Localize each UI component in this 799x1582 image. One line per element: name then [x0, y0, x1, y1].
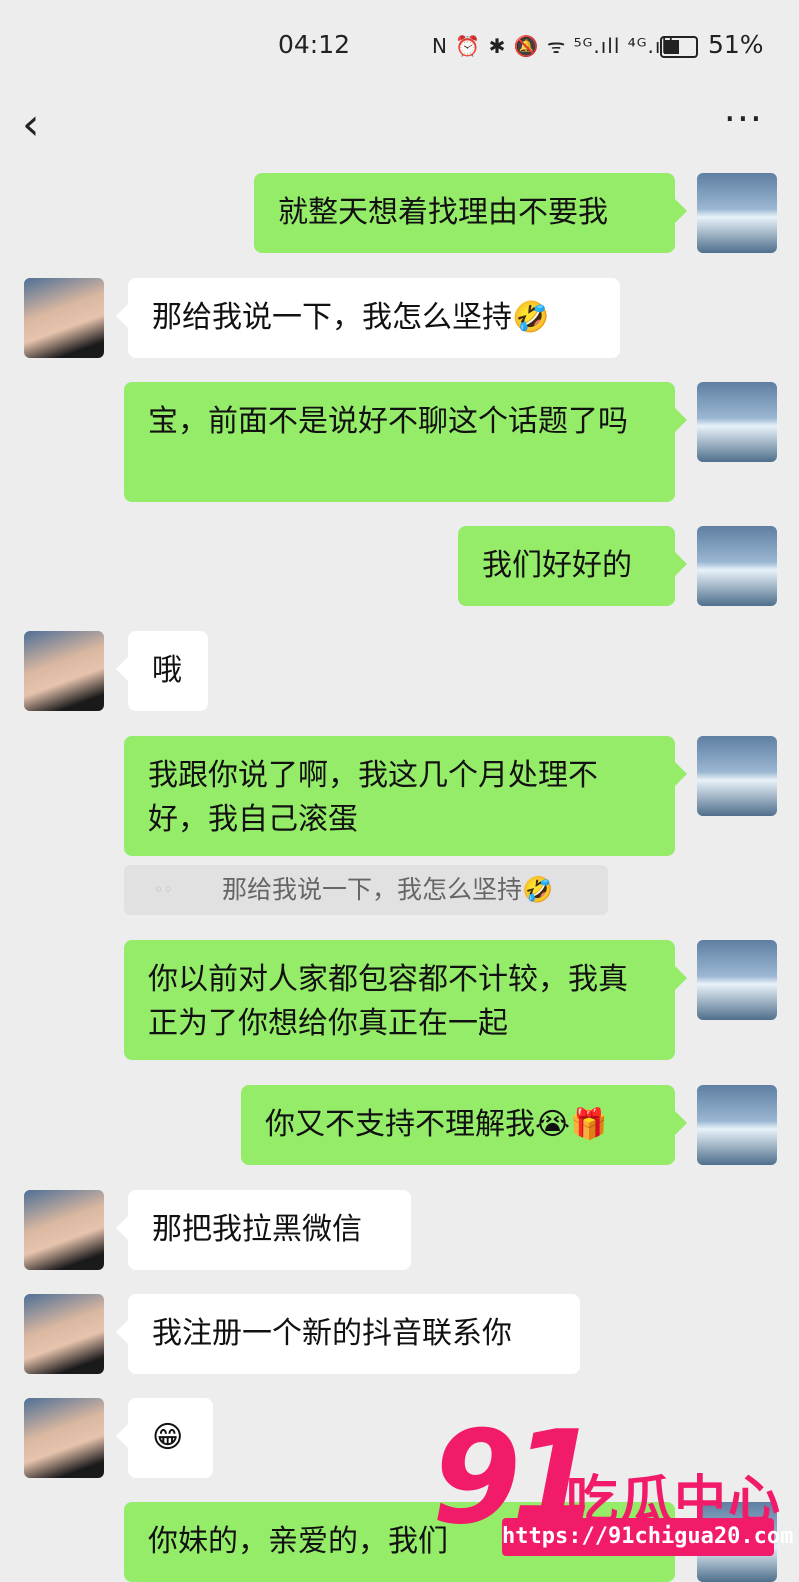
avatar-self[interactable] — [697, 382, 777, 462]
message-bubble-self[interactable]: 宝，前面不是说好不聊这个话题了吗 — [124, 382, 687, 502]
message-bubble-self[interactable]: 你又不支持不理解我😭🎁 — [241, 1085, 687, 1165]
message-bubble-other[interactable]: 哦 — [116, 631, 208, 711]
avatar-self[interactable] — [697, 940, 777, 1020]
battery-percent: 51% — [708, 30, 764, 59]
avatar-other[interactable] — [24, 1190, 104, 1270]
message-bubble-self[interactable]: 我们好好的 — [458, 526, 687, 606]
quote-avatar-icon: ◦◦ — [154, 880, 173, 899]
message-bubble-other[interactable]: 那给我说一下，我怎么坚持🤣 — [116, 278, 620, 358]
quoted-text: 那给我说一下，我怎么坚持🤣 — [222, 875, 554, 904]
message-bubble-other[interactable]: 我注册一个新的抖音联系你 — [116, 1294, 580, 1374]
avatar-self[interactable] — [697, 526, 777, 606]
chat-header: ‹ ··· — [0, 95, 799, 155]
avatar-other[interactable] — [24, 631, 104, 711]
status-bar: 04:12 N ⏰ ✱ 🔕 ᯤ ⁵ᴳ.ıll ⁴ᴳ.ıll 51% — [0, 0, 799, 90]
clock: 04:12 — [278, 30, 351, 59]
status-icons: N ⏰ ✱ 🔕 ᯤ ⁵ᴳ.ıll ⁴ᴳ.ıll — [432, 34, 675, 58]
avatar-other[interactable] — [24, 1294, 104, 1374]
message-bubble-other[interactable]: 那把我拉黑微信 — [116, 1190, 411, 1270]
avatar-other[interactable] — [24, 1398, 104, 1478]
message-bubble-other[interactable]: 😁 — [116, 1398, 213, 1478]
watermark-url: https://91chigua20.com — [502, 1518, 793, 1556]
quoted-reply[interactable]: ◦◦ 那给我说一下，我怎么坚持🤣 — [124, 865, 608, 915]
back-icon[interactable]: ‹ — [22, 103, 40, 147]
battery-icon — [660, 36, 698, 58]
message-bubble-self[interactable]: 我跟你说了啊，我这几个月处理不好，我自己滚蛋 — [124, 736, 687, 856]
avatar-self[interactable] — [697, 736, 777, 816]
message-bubble-self[interactable]: 你以前对人家都包容都不计较，我真正为了你想给你真正在一起 — [124, 940, 687, 1060]
avatar-other[interactable] — [24, 278, 104, 358]
avatar-self[interactable] — [697, 1085, 777, 1165]
avatar-self[interactable] — [697, 173, 777, 253]
message-bubble-self[interactable]: 就整天想着找理由不要我 — [254, 173, 687, 253]
more-icon[interactable]: ··· — [724, 97, 763, 141]
